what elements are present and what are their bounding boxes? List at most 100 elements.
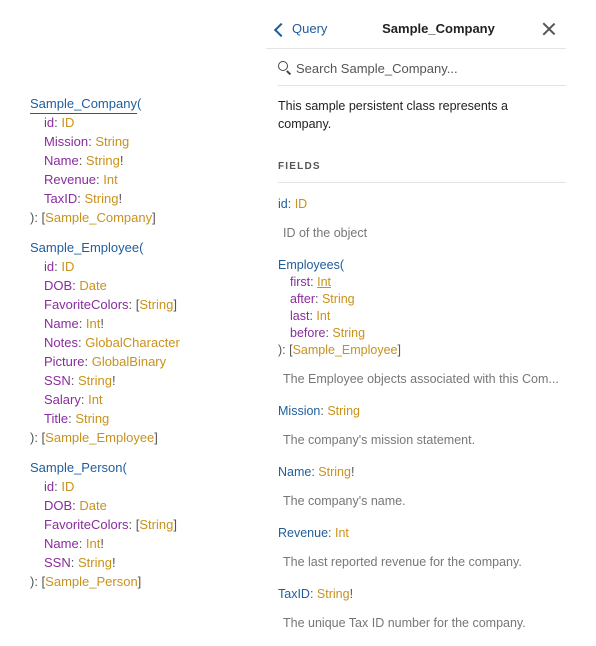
field-name[interactable]: Name [44, 536, 79, 551]
field-name[interactable]: Mission [44, 134, 88, 149]
field-type[interactable]: ID [61, 259, 74, 274]
field-type[interactable]: Int [86, 536, 100, 551]
field-name[interactable]: TaxID [278, 587, 310, 601]
argument-type[interactable]: String [332, 326, 365, 340]
argument-type[interactable]: String [322, 292, 355, 306]
field-name[interactable]: id [44, 259, 54, 274]
field-type[interactable]: String [95, 134, 129, 149]
field-type[interactable]: GlobalBinary [92, 354, 166, 369]
field-name[interactable]: id [278, 197, 288, 211]
doc-field: Name: String! The company's name. [278, 463, 566, 510]
field-description: The company's name. [283, 494, 406, 508]
field-name[interactable]: id [44, 479, 54, 494]
field-name[interactable]: DOB [44, 498, 72, 513]
colon: : [84, 354, 92, 369]
field-type[interactable]: GlobalCharacter [85, 335, 180, 350]
non-null-mark: ! [118, 191, 123, 206]
field-type[interactable]: Int [86, 316, 100, 331]
type-name-link[interactable]: Sample_Employee [30, 240, 139, 255]
schema-field[interactable]: TaxID: String! [30, 189, 260, 208]
schema-field[interactable]: Notes: GlobalCharacter [30, 333, 260, 352]
return-type[interactable]: Sample_Company [45, 210, 152, 225]
field-type[interactable]: String [75, 411, 109, 426]
field-type[interactable]: Int [335, 526, 349, 540]
field-type[interactable]: Int [88, 392, 102, 407]
schema-field[interactable]: Mission: String [30, 132, 260, 151]
field-type[interactable]: String [78, 555, 112, 570]
field-name[interactable]: Revenue [278, 526, 328, 540]
field-name[interactable]: Mission [278, 404, 320, 418]
schema-field[interactable]: DOB: Date [30, 496, 260, 515]
field-type[interactable]: String [139, 517, 173, 532]
field-type[interactable]: String [84, 191, 118, 206]
field-name[interactable]: Name [44, 153, 79, 168]
back-button[interactable]: Query [273, 19, 327, 39]
field-type[interactable]: String [318, 465, 351, 479]
schema-field[interactable]: Name: String! [30, 151, 260, 170]
field-name[interactable]: SSN [44, 373, 71, 388]
field-name[interactable]: Notes [44, 335, 78, 350]
type-name-link[interactable]: Sample_Person [30, 460, 123, 475]
field-name[interactable]: FavoriteColors [44, 297, 129, 312]
field-name[interactable]: Salary [44, 392, 81, 407]
colon: : [287, 197, 295, 211]
field-name[interactable]: Title [44, 411, 68, 426]
argument-type[interactable]: Int [316, 309, 330, 323]
colon: : [78, 316, 86, 331]
field-name[interactable]: Employees [278, 258, 340, 272]
field-type[interactable]: ID [61, 115, 74, 130]
schema-field[interactable]: id: ID [30, 113, 260, 132]
open-paren: ( [136, 96, 142, 111]
non-null-mark: ! [350, 465, 355, 479]
type-name-link[interactable]: Sample_Company [30, 96, 137, 114]
schema-field[interactable]: id: ID [30, 257, 260, 276]
schema-field[interactable]: Name: Int! [30, 534, 260, 553]
schema-field[interactable]: DOB: Date [30, 276, 260, 295]
schema-field[interactable]: Name: Int! [30, 314, 260, 333]
type-return: ): [Sample_Company] [30, 208, 260, 227]
schema-field[interactable]: Salary: Int [30, 390, 260, 409]
field-type[interactable]: Date [79, 278, 106, 293]
bracket-close: ] [173, 517, 177, 532]
schema-field[interactable]: SSN: String! [30, 371, 260, 390]
field-type[interactable]: String [317, 587, 350, 601]
argument-name: last [290, 309, 310, 323]
return-type[interactable]: Sample_Employee [293, 343, 398, 357]
field-type[interactable]: String [139, 297, 173, 312]
field-type[interactable]: ID [61, 479, 74, 494]
search-input[interactable] [296, 57, 556, 79]
return-type[interactable]: Sample_Person [45, 574, 138, 589]
field-name[interactable]: TaxID [44, 191, 77, 206]
schema-field[interactable]: FavoriteColors: [String] [30, 515, 260, 534]
field-type[interactable]: Int [103, 172, 117, 187]
field-name[interactable]: Revenue [44, 172, 96, 187]
argument-type[interactable]: Int [317, 275, 331, 289]
schema-field[interactable]: id: ID [30, 477, 260, 496]
type-return: ): [Sample_Employee] [30, 428, 260, 447]
schema-field[interactable]: Revenue: Int [30, 170, 260, 189]
colon: : [70, 555, 78, 570]
chevron-left-icon [273, 22, 289, 37]
field-type[interactable]: String [327, 404, 360, 418]
field-argument: after: String [278, 291, 566, 308]
field-type[interactable]: String [78, 373, 112, 388]
field-name[interactable]: Name [278, 465, 311, 479]
schema-field[interactable]: FavoriteColors: [String] [30, 295, 260, 314]
field-name[interactable]: id [44, 115, 54, 130]
schema-field[interactable]: Title: String [30, 409, 260, 428]
field-type[interactable]: String [86, 153, 120, 168]
schema-field[interactable]: Picture: GlobalBinary [30, 352, 260, 371]
close-icon[interactable] [541, 21, 557, 37]
field-name[interactable]: Name [44, 316, 79, 331]
return-type[interactable]: Sample_Employee [45, 430, 154, 445]
field-type[interactable]: ID [295, 197, 308, 211]
field-name[interactable]: FavoriteColors [44, 517, 129, 532]
field-type[interactable]: Date [79, 498, 106, 513]
field-name[interactable]: DOB [44, 278, 72, 293]
non-null-mark: ! [100, 316, 105, 331]
type-block: Sample_Company(id: ID Mission: String Name… [30, 94, 260, 227]
schema-field[interactable]: SSN: String! [30, 553, 260, 572]
field-name[interactable]: Picture [44, 354, 84, 369]
doc-field: Revenue: Int The last reported revenue fo… [278, 524, 566, 571]
field-name[interactable]: SSN [44, 555, 71, 570]
